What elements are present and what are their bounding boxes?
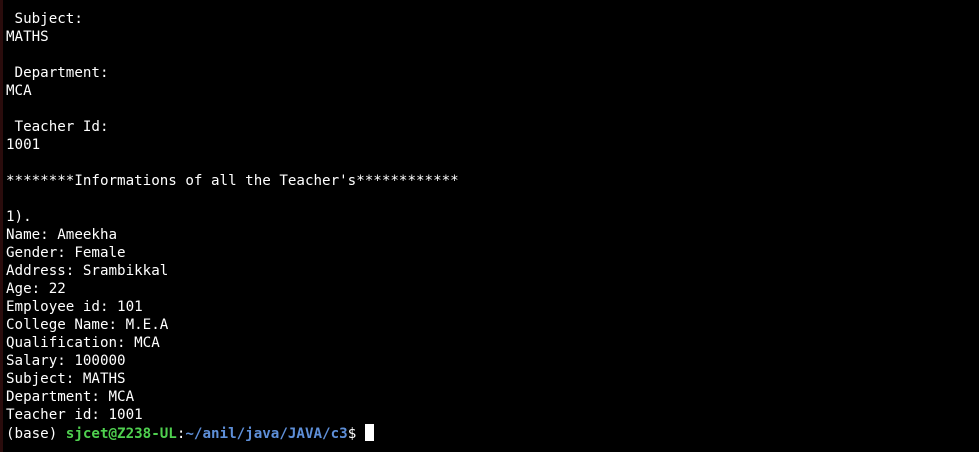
- output-line: Age: 22: [6, 281, 66, 297]
- output-line: 1001: [6, 137, 41, 153]
- output-line: Employee id: 101: [6, 299, 143, 315]
- output-line: Gender: Female: [6, 245, 126, 261]
- output-line: Address: Srambikkal: [6, 263, 169, 279]
- output-line: College Name: M.E.A: [6, 317, 169, 333]
- text-cursor[interactable]: [365, 424, 375, 441]
- output-line: Qualification: MCA: [6, 335, 160, 351]
- output-line: Salary: 100000: [6, 353, 126, 369]
- output-line: Teacher id: 1001: [6, 407, 143, 423]
- output-line: MCA: [6, 83, 32, 99]
- prompt-env: (base): [6, 426, 66, 442]
- output-line: ********Informations of all the Teacher'…: [6, 173, 459, 189]
- window-edge: [0, 0, 3, 452]
- prompt-symbol: $: [347, 426, 357, 442]
- output-line: Teacher Id:: [6, 119, 109, 135]
- output-line: Department: MCA: [6, 389, 135, 405]
- output-line: Subject: MATHS: [6, 371, 126, 387]
- prompt-path: ~/anil/java/JAVA/c3: [185, 426, 348, 442]
- output-line: 1).: [6, 209, 32, 225]
- terminal-window[interactable]: Subject: MATHS Department: MCA Teacher I…: [0, 0, 979, 452]
- output-line: Subject:: [6, 11, 83, 27]
- output-line: Name: Ameekha: [6, 227, 118, 243]
- output-line: Department:: [6, 65, 109, 81]
- output-line: MATHS: [6, 29, 49, 45]
- prompt-line[interactable]: (base) sjcet@Z238-UL:~/anil/java/JAVA/c3…: [6, 424, 979, 442]
- prompt-user-host: sjcet@Z238-UL: [65, 426, 177, 442]
